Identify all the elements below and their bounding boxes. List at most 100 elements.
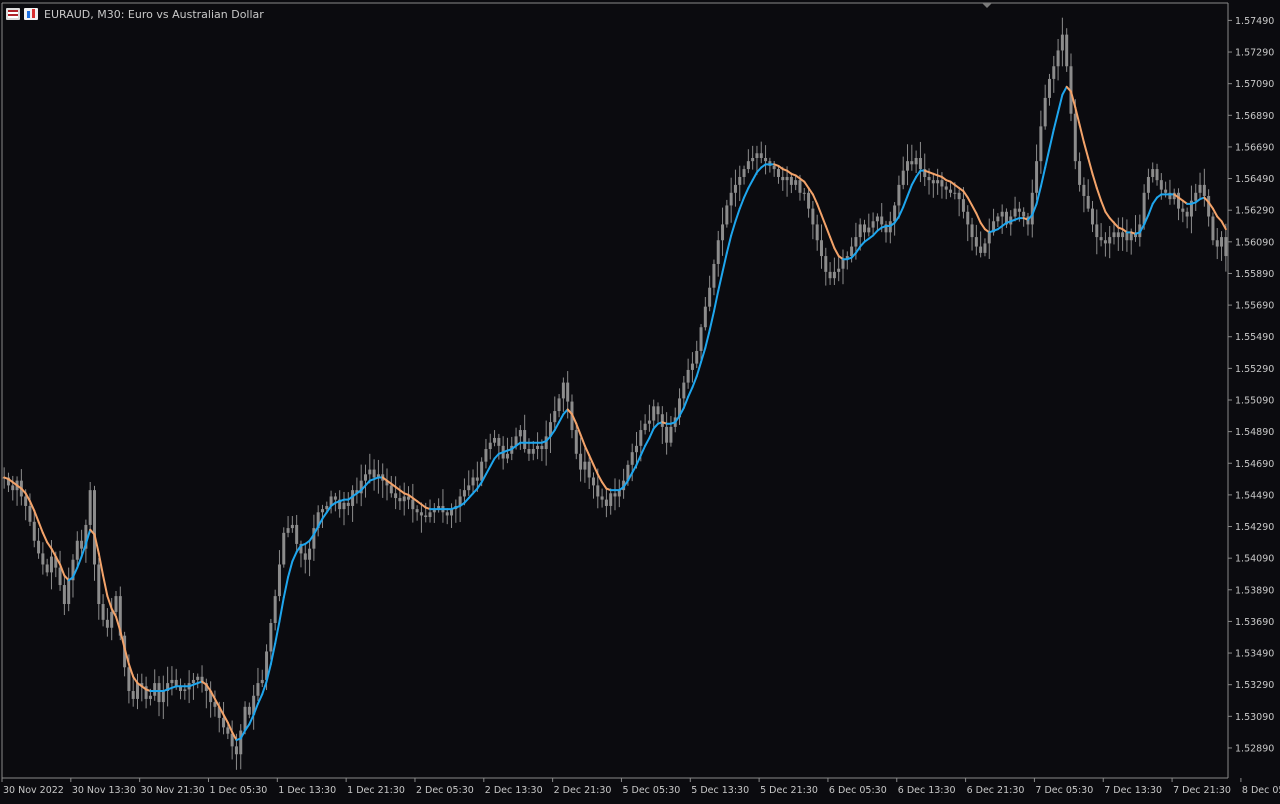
candle-body [699,327,703,351]
candle-body [703,306,707,328]
candle-body [897,184,901,206]
candle-body [979,246,983,253]
candle-body [583,461,587,470]
candle-body [462,490,466,497]
moving-average-segment [321,511,328,520]
candle-body [733,184,737,193]
candle-body [875,216,879,222]
candle-body [931,180,935,184]
moving-average-segment [278,596,285,623]
candle-body [949,189,953,193]
candle-body [910,161,914,165]
moving-average-segment [1095,187,1103,202]
candle-body [802,192,806,194]
candle-body [308,548,312,560]
candle-body [665,426,669,443]
moving-average-segment [106,595,113,610]
candle-body [411,499,415,510]
chart-area[interactable]: 1.57490 1.57290 1.57090 1.56890 1.56690 1.564… [0,0,1280,800]
candle-body [402,496,406,502]
moving-average-segment [910,175,918,186]
x-tick-label: 8 Dec 05:30 [1242,785,1280,796]
candle-body [398,498,402,502]
candle-body [759,153,763,158]
x-tick-label: 7 Dec 21:30 [1173,785,1231,796]
candle-body [88,490,92,525]
moving-average-segment [682,395,690,409]
candle-body [764,158,768,162]
candle-body [1099,237,1103,241]
candle-body [824,256,828,272]
candle-body [1090,208,1094,225]
candle-body [415,509,419,513]
candle-body [161,691,165,703]
candle-body [695,350,699,364]
candle-body [1095,224,1099,238]
candle-body [372,469,376,478]
candle-body [196,676,200,680]
candle-body [970,224,974,238]
moving-average-segment [1057,93,1064,114]
candle-body [566,382,570,402]
candle-body [518,430,522,437]
y-tick-label: 1.57490 [1235,16,1274,27]
candle-body [828,271,832,279]
moving-average-segment [829,236,836,250]
candle-body [587,461,591,478]
candle-body [755,153,759,158]
y-tick-label: 1.53890 [1235,585,1274,596]
candle-body [114,596,118,612]
moving-average-segment [291,550,298,563]
moving-average-segment [975,212,982,224]
y-tick-label: 1.56290 [1235,206,1274,217]
y-tick-label: 1.56690 [1235,142,1274,153]
candle-body [1146,176,1150,193]
moving-average-segment [721,251,728,273]
candle-body [303,553,307,560]
candle-body [484,449,488,462]
chart-shift-marker-icon[interactable] [982,3,992,8]
candle-body [1103,240,1107,244]
candle-body [325,505,329,510]
moving-average-segment [1082,141,1090,159]
moving-average-segment [1048,128,1055,150]
candle-body [226,727,230,734]
moving-average-segment [979,221,986,231]
candle-body [389,485,393,494]
candle-body [1022,211,1026,217]
candle-body [333,496,337,500]
candle-body [996,216,1000,222]
moving-average-segment [820,213,827,228]
candle-body [906,161,910,171]
moving-average-segment [695,361,703,378]
candle-body [901,170,905,185]
candle-body [1013,208,1017,217]
flag-grid-icon[interactable] [6,8,20,20]
candle-body [944,186,948,190]
x-tick-label: 2 Dec 13:30 [485,785,543,796]
candle-body [850,246,854,257]
candle-body [1000,211,1004,217]
candle-body [682,382,686,399]
candle-body [1194,192,1198,201]
candle-body [247,706,251,715]
candle-body [1164,189,1168,193]
candle-body [837,268,841,272]
chart-bars-icon[interactable] [24,8,38,20]
candle-body [785,176,789,181]
moving-average-segment [811,193,819,205]
x-tick-label: 7 Dec 13:30 [1104,785,1162,796]
candle-body [811,208,815,225]
price-chart[interactable]: 1.57490 1.57290 1.57090 1.56890 1.56690 1.564… [0,0,1280,800]
candle-body [419,512,423,516]
candle-body [690,363,694,370]
candle-body [1215,240,1219,247]
moving-average-segment [583,444,591,457]
candle-body [1224,237,1228,257]
candle-body [1125,232,1129,241]
moving-average-segment [601,481,608,490]
moving-average-segment [639,444,647,457]
candle-body [1181,208,1185,212]
candle-body [342,502,346,510]
candle-body [729,192,733,206]
